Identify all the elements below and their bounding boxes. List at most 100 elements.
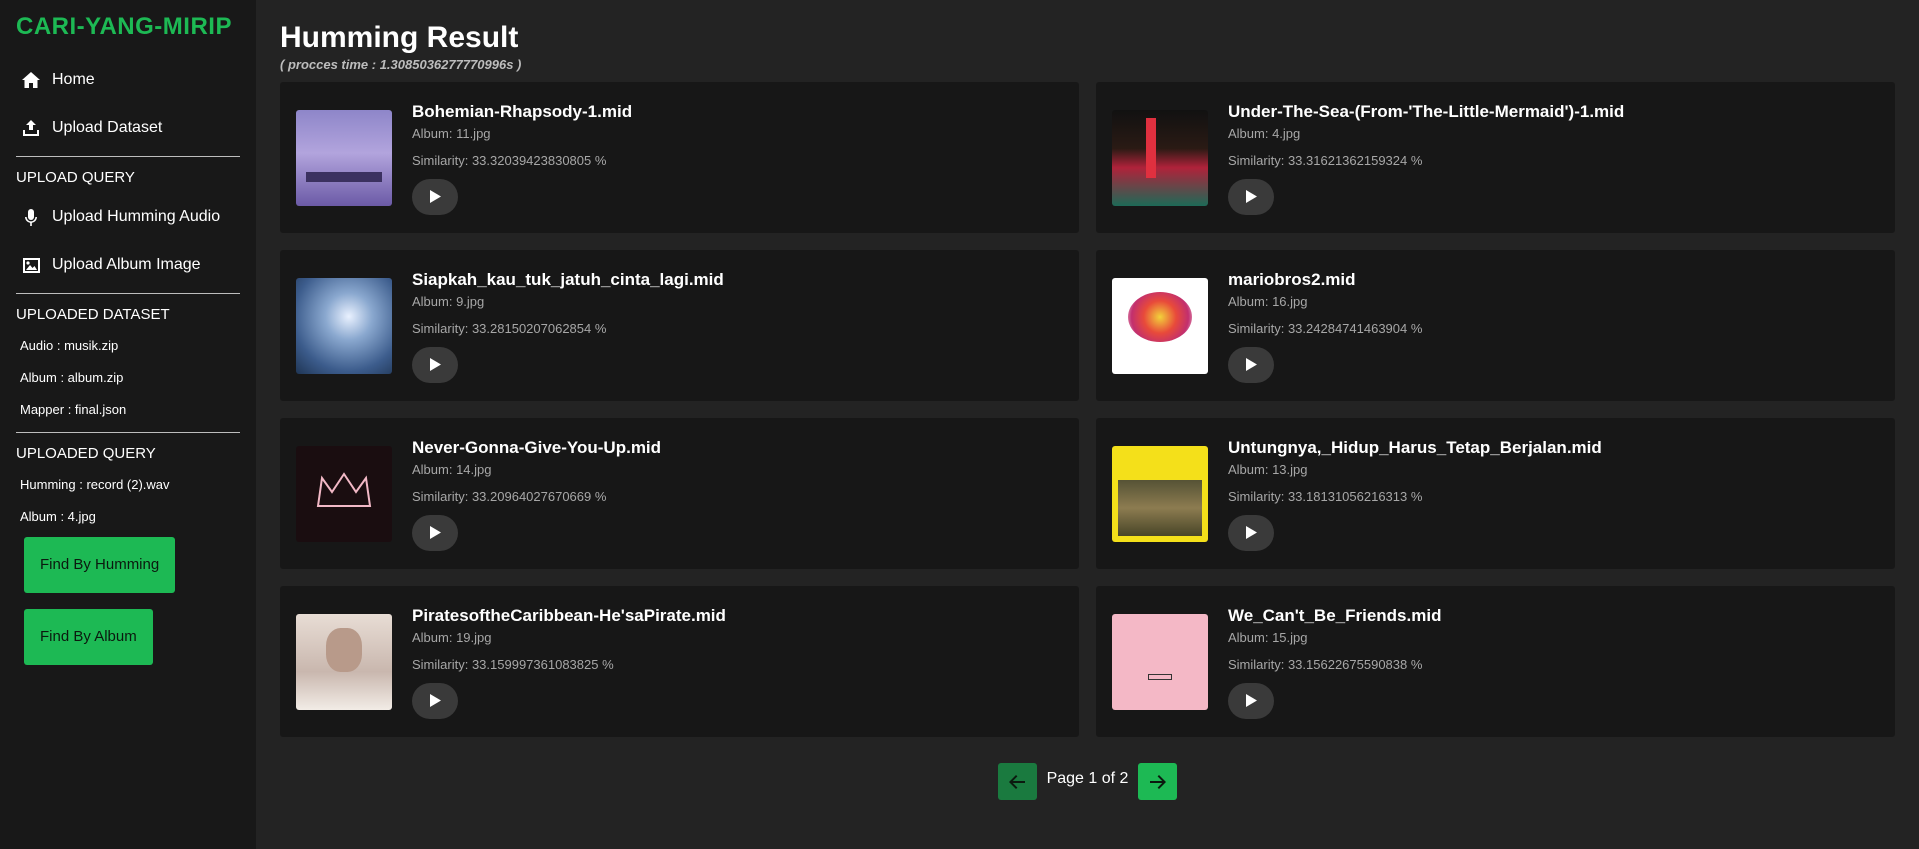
dataset-audio-info: Audio : musik.zip (20, 338, 119, 353)
next-page-button[interactable] (1138, 763, 1178, 800)
nav-home-label: Home (52, 71, 95, 88)
brand-logo[interactable]: CARI-YANG-MIRIP (16, 12, 240, 42)
similarity-score: Similarity: 33.20964027670669 % (412, 488, 607, 504)
album-name: Album: 16.jpg (1228, 293, 1308, 309)
divider (16, 156, 240, 157)
song-title: PiratesoftheCaribbean-He'saPirate.mid (412, 605, 726, 625)
play-button[interactable] (412, 682, 458, 719)
play-icon (1245, 526, 1257, 539)
result-card: mariobros2.mid Album: 16.jpg Similarity:… (1096, 250, 1895, 401)
page-indicator: Page 1 of 2 (1046, 769, 1129, 787)
nav-upload-humming-audio[interactable]: Upload Humming Audio (16, 193, 240, 241)
result-card: We_Can't_Be_Friends.mid Album: 15.jpg Si… (1096, 586, 1895, 737)
nav-home[interactable]: Home (16, 56, 240, 104)
album-cover (1112, 613, 1208, 710)
song-title: Under-The-Sea-(From-'The-Little-Mermaid'… (1228, 101, 1625, 121)
image-icon (22, 256, 40, 274)
song-title: mariobros2.mid (1228, 269, 1356, 289)
album-name: Album: 13.jpg (1228, 461, 1308, 477)
cover-decoration (1148, 673, 1172, 680)
find-by-humming-button[interactable]: Find By Humming (24, 537, 176, 593)
album-cover (1112, 277, 1208, 374)
play-button[interactable] (1228, 346, 1274, 383)
play-button[interactable] (412, 346, 458, 383)
cover-decoration (1146, 117, 1156, 178)
play-icon (429, 190, 441, 203)
similarity-score: Similarity: 33.32039423830805 % (412, 152, 607, 168)
album-cover (1112, 445, 1208, 542)
cover-decoration (306, 171, 382, 182)
result-card: Under-The-Sea-(From-'The-Little-Mermaid'… (1096, 82, 1895, 233)
microphone-icon (22, 208, 40, 226)
song-title: Bohemian-Rhapsody-1.mid (412, 101, 633, 121)
main-content: Humming Result ( procces time : 1.308503… (256, 0, 1919, 849)
crown-graphic (316, 471, 372, 507)
similarity-score: Similarity: 33.18131056216313 % (1228, 488, 1423, 504)
divider (16, 293, 240, 294)
play-button[interactable] (1228, 682, 1274, 719)
song-title: Never-Gonna-Give-You-Up.mid (412, 437, 662, 457)
album-name: Album: 4.jpg (1228, 125, 1301, 141)
uploaded-dataset-title: UPLOADED DATASET (16, 306, 170, 323)
nav-upload-dataset[interactable]: Upload Dataset (16, 104, 240, 152)
similarity-score: Similarity: 33.24284741463904 % (1228, 320, 1423, 336)
dataset-mapper-info: Mapper : final.json (20, 402, 127, 417)
results-grid: Bohemian-Rhapsody-1.mid Album: 11.jpg Si… (280, 82, 1895, 737)
nav-upload-album-image[interactable]: Upload Album Image (16, 241, 240, 289)
song-title: We_Can't_Be_Friends.mid (1228, 605, 1442, 625)
query-humming-info: Humming : record (2).wav (20, 477, 170, 492)
previous-page-button[interactable] (997, 763, 1037, 800)
result-card: Bohemian-Rhapsody-1.mid Album: 11.jpg Si… (280, 82, 1079, 233)
arrow-right-icon (1149, 774, 1166, 789)
nav-upload-album-label: Upload Album Image (52, 256, 201, 273)
dataset-album-info: Album : album.zip (20, 370, 124, 385)
play-icon (429, 358, 441, 371)
similarity-score: Similarity: 33.28150207062854 % (412, 320, 607, 336)
result-card: Untungnya,_Hidup_Harus_Tetap_Berjalan.mi… (1096, 418, 1895, 569)
find-by-album-button[interactable]: Find By Album (24, 609, 153, 665)
app-root: CARI-YANG-MIRIP Home Upload Dataset UPLO… (0, 0, 1919, 849)
nav-upload-humming-label: Upload Humming Audio (52, 208, 221, 225)
sidebar: CARI-YANG-MIRIP Home Upload Dataset UPLO… (0, 0, 256, 849)
result-card: Never-Gonna-Give-You-Up.mid Album: 14.jp… (280, 418, 1079, 569)
play-icon (429, 526, 441, 539)
play-icon (1245, 190, 1257, 203)
album-cover (1112, 109, 1208, 206)
uploaded-query-title: UPLOADED QUERY (16, 445, 156, 462)
album-cover (296, 277, 392, 374)
result-card: Siapkah_kau_tuk_jatuh_cinta_lagi.mid Alb… (280, 250, 1079, 401)
play-button[interactable] (412, 514, 458, 551)
play-button[interactable] (1228, 178, 1274, 215)
divider (16, 432, 240, 433)
song-title: Untungnya,_Hidup_Harus_Tetap_Berjalan.mi… (1228, 437, 1602, 457)
play-button[interactable] (1228, 514, 1274, 551)
upload-query-title: UPLOAD QUERY (16, 169, 135, 186)
upload-icon (22, 119, 40, 137)
album-name: Album: 14.jpg (412, 461, 492, 477)
play-button[interactable] (412, 178, 458, 215)
query-album-info: Album : 4.jpg (20, 509, 96, 524)
cover-decoration (1128, 291, 1192, 342)
album-name: Album: 15.jpg (1228, 629, 1308, 645)
similarity-score: Similarity: 33.15622675590838 % (1228, 656, 1423, 672)
play-icon (1245, 358, 1257, 371)
album-cover (296, 613, 392, 710)
album-name: Album: 11.jpg (412, 125, 491, 141)
cover-decoration (1118, 479, 1202, 536)
play-icon (1245, 694, 1257, 707)
album-cover (296, 109, 392, 206)
album-name: Album: 9.jpg (412, 293, 485, 309)
similarity-score: Similarity: 33.159997361083825 % (412, 656, 614, 672)
album-name: Album: 19.jpg (412, 629, 492, 645)
play-icon (429, 694, 441, 707)
nav-upload-dataset-label: Upload Dataset (52, 119, 163, 136)
cover-decoration (326, 627, 362, 672)
page-title: Humming Result (280, 21, 519, 54)
home-icon (22, 71, 40, 89)
pagination: Page 1 of 2 (256, 763, 1919, 800)
result-card: PiratesoftheCaribbean-He'saPirate.mid Al… (280, 586, 1079, 737)
album-cover (296, 445, 392, 542)
arrow-left-icon (1009, 774, 1026, 789)
process-time: ( procces time : 1.3085036277770996s ) (280, 57, 522, 72)
similarity-score: Similarity: 33.31621362159324 % (1228, 152, 1423, 168)
